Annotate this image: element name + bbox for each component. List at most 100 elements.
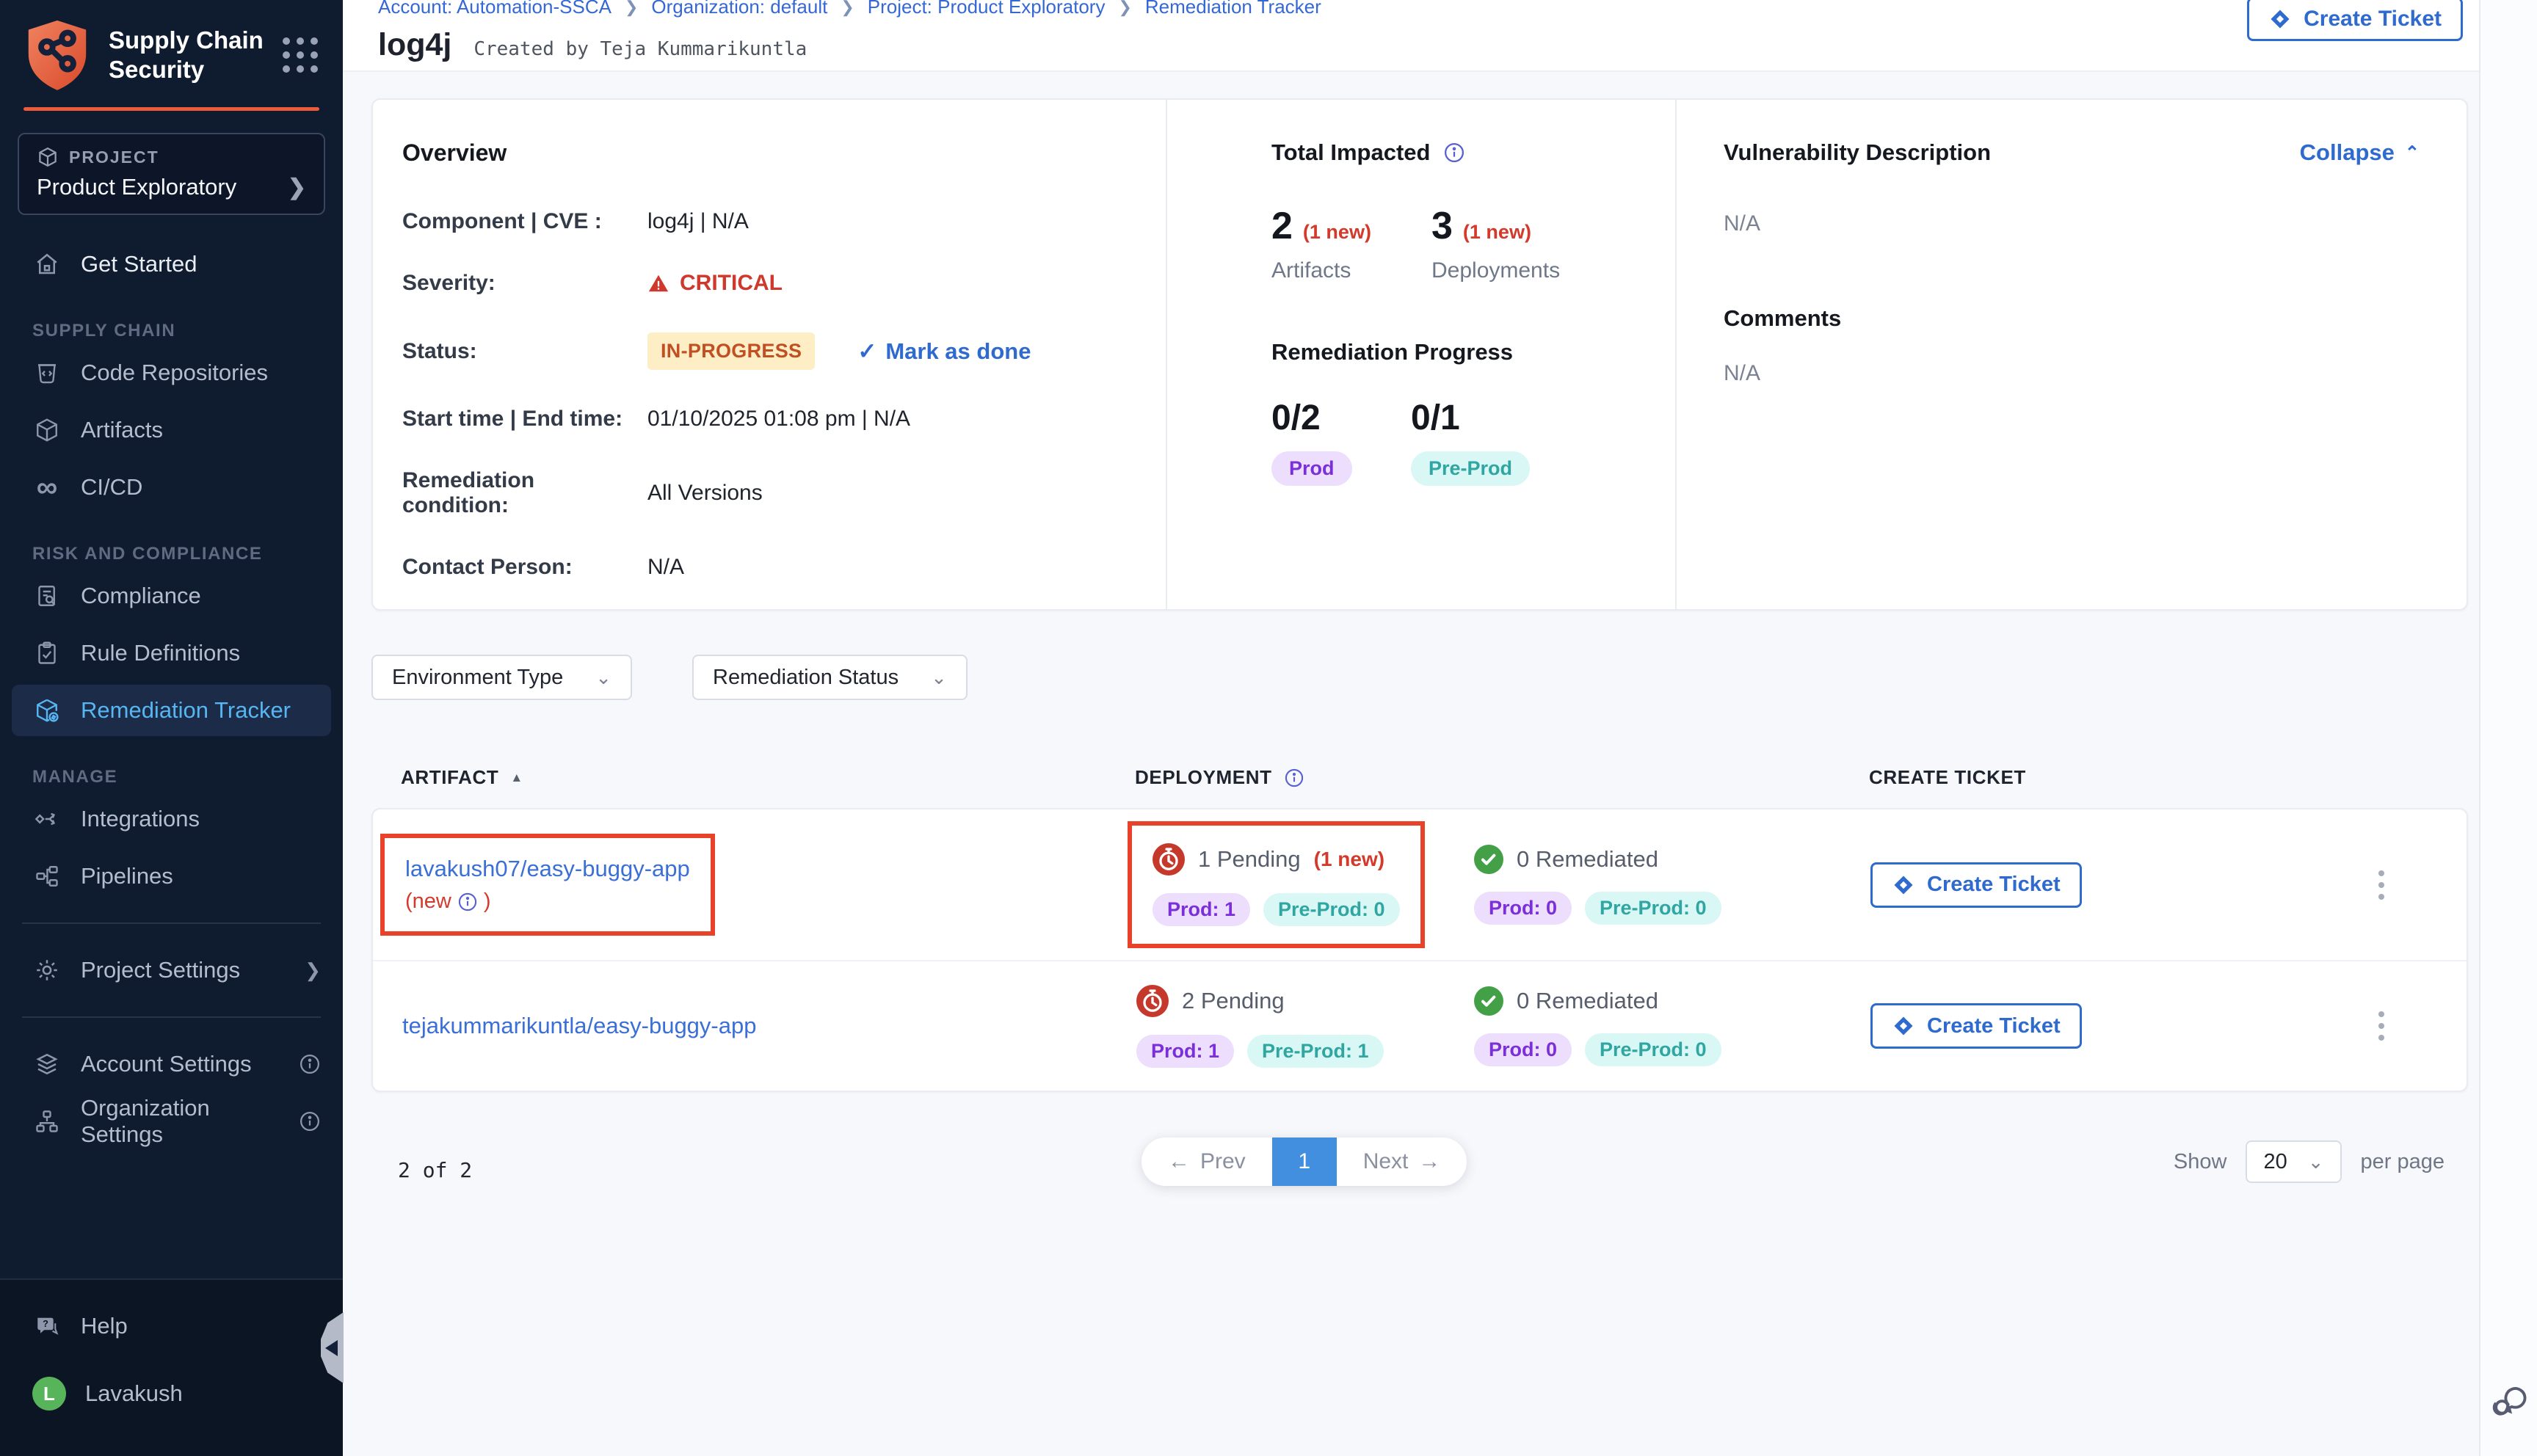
overview-section: Overview Component | CVE : log4j | N/A S…	[373, 100, 1166, 609]
filters-row: Environment Type ⌄ Remediation Status ⌄	[371, 655, 2468, 700]
remediation-progress-heading: Remediation Progress	[1271, 339, 1661, 365]
cube-edit-icon	[32, 696, 62, 725]
remediation-status-filter[interactable]: Remediation Status ⌄	[692, 655, 968, 700]
sidebar-item-remediation-tracker[interactable]: Remediation Tracker	[12, 685, 331, 736]
table-row: tejakummarikuntla/easy-buggy-app 2 Pendi…	[373, 960, 2467, 1091]
project-switcher[interactable]: PROJECT Product Exploratory ❯	[18, 133, 325, 215]
overview-heading: Overview	[402, 139, 1136, 167]
breadcrumb-organization[interactable]: Organization: default	[651, 0, 827, 18]
show-label: Show	[2174, 1150, 2227, 1174]
contact-label: Contact Person:	[402, 555, 647, 580]
chat-bubbles-icon[interactable]	[2489, 1380, 2531, 1422]
breadcrumb-project[interactable]: Project: Product Exploratory	[868, 0, 1106, 18]
page-size-select[interactable]: 20 ⌄	[2246, 1140, 2341, 1183]
table-row: lavakush07/easy-buggy-app (new )	[373, 809, 2467, 960]
arrow-right-icon: →	[1418, 1149, 1440, 1174]
preprod-badge: Pre-Prod: 0	[1585, 892, 1721, 925]
info-icon	[299, 1110, 321, 1132]
column-artifact[interactable]: ARTIFACT ▲	[371, 766, 1135, 789]
home-icon	[32, 250, 62, 279]
sidebar-item-get-started[interactable]: Get Started	[12, 239, 331, 290]
deployments-count: 3	[1431, 204, 1453, 248]
collapse-button[interactable]: Collapse ⌃	[2300, 139, 2420, 166]
page-title: log4j	[378, 27, 451, 63]
create-ticket-button-header[interactable]: Create Ticket	[2247, 0, 2463, 41]
artifact-new-indicator: (new )	[405, 889, 690, 914]
deployment-cell: 2 Pending Prod: 1 Pre-Prod: 1	[1136, 985, 1474, 1068]
user-name: Lavakush	[85, 1380, 183, 1407]
svg-text:?: ?	[43, 1318, 48, 1329]
preprod-progress: 0/1 Pre-Prod	[1411, 398, 1550, 486]
prod-badge: Prod: 1	[1153, 893, 1250, 926]
row-menu-cell	[2098, 1007, 2467, 1045]
flow-nodes-icon	[32, 862, 62, 891]
condition-value: All Versions	[647, 481, 1136, 506]
remediated-status-icon	[1474, 845, 1503, 874]
time-value: 01/10/2025 01:08 pm | N/A	[647, 407, 1136, 432]
ticket-diamond-icon	[1892, 1014, 1915, 1038]
pending-count: 1 Pending	[1198, 846, 1301, 873]
pagination: 2 of 2 ← Prev 1 Next → Show 20 ⌄ per pag…	[371, 1138, 2468, 1208]
create-ticket-button[interactable]: Create Ticket	[1870, 1003, 2082, 1049]
info-icon[interactable]	[1284, 768, 1304, 788]
mark-as-done-button[interactable]: ✓ Mark as done	[857, 338, 1031, 365]
create-ticket-button[interactable]: Create Ticket	[1870, 862, 2082, 908]
remediated-count: 0 Remediated	[1517, 988, 1658, 1014]
sidebar-item-cicd[interactable]: ∞ CI/CD	[12, 462, 331, 513]
breadcrumb-remediation-tracker[interactable]: Remediation Tracker	[1145, 0, 1321, 18]
artifacts-count: 2	[1271, 204, 1293, 248]
cube-icon	[37, 146, 59, 168]
sidebar-section-supply-chain: SUPPLY CHAIN	[32, 321, 343, 341]
sidebar-item-pipelines[interactable]: Pipelines	[12, 851, 331, 902]
artifact-cell: lavakush07/easy-buggy-app (new )	[373, 834, 1136, 936]
sidebar-item-user[interactable]: L Lavakush	[12, 1368, 331, 1419]
total-impacted-section: Total Impacted 2 (1 new) Artifacts	[1166, 100, 1675, 609]
artifact-link[interactable]: tejakummarikuntla/easy-buggy-app	[402, 1013, 756, 1039]
chat-question-icon: ?	[32, 1311, 62, 1341]
info-icon[interactable]	[1443, 142, 1465, 164]
collapse-arrow-icon	[325, 1340, 338, 1356]
sidebar-item-integrations[interactable]: Integrations	[12, 793, 331, 845]
info-icon[interactable]	[457, 892, 478, 912]
sidebar-item-artifacts[interactable]: Artifacts	[12, 404, 331, 456]
kebab-menu-icon[interactable]	[2374, 1007, 2389, 1045]
pagination-count: 2 of 2	[398, 1158, 472, 1182]
row-menu-cell	[2098, 866, 2467, 904]
prod-badge: Prod	[1271, 451, 1352, 486]
prev-page-button[interactable]: ← Prev	[1142, 1138, 1272, 1186]
sidebar-item-code-repositories[interactable]: Code Repositories	[12, 347, 331, 398]
deployments-label: Deployments	[1431, 258, 1591, 283]
kebab-menu-icon[interactable]	[2374, 866, 2389, 904]
sidebar-item-rule-definitions[interactable]: Rule Definitions	[12, 627, 331, 679]
sidebar-item-project-settings[interactable]: Project Settings ❯	[12, 944, 331, 996]
deployment-cell: 1 Pending (1 new) Prod: 1 Pre-Prod: 0	[1136, 821, 1474, 948]
page-number-button[interactable]: 1	[1272, 1138, 1337, 1186]
comments-heading: Comments	[1724, 305, 2420, 332]
next-page-button[interactable]: Next →	[1337, 1138, 1467, 1186]
sidebar-nav: Get Started SUPPLY CHAIN Code Repositori…	[0, 233, 343, 1153]
project-kind-label: PROJECT	[69, 148, 159, 167]
sidebar-item-account-settings[interactable]: Account Settings	[12, 1038, 331, 1090]
sidebar-item-help[interactable]: ? Help	[12, 1300, 331, 1352]
impacted-deployments: 3 (1 new) Deployments	[1431, 204, 1591, 283]
pending-count: 2 Pending	[1182, 988, 1285, 1014]
impacted-artifacts: 2 (1 new) Artifacts	[1271, 204, 1431, 283]
vulnerability-description-value: N/A	[1724, 211, 2420, 236]
pending-new-count: (1 new)	[1314, 848, 1384, 871]
sidebar-item-compliance[interactable]: Compliance	[12, 570, 331, 622]
environment-type-filter[interactable]: Environment Type ⌄	[371, 655, 632, 700]
ticket-diamond-icon	[2268, 7, 2292, 31]
comments-value: N/A	[1724, 361, 2420, 386]
breadcrumb-separator-icon: ❯	[1118, 0, 1131, 17]
app-grid-icon[interactable]	[280, 34, 321, 76]
artifact-link[interactable]: lavakush07/easy-buggy-app	[405, 856, 690, 882]
prod-badge: Prod: 1	[1136, 1035, 1234, 1068]
breadcrumb-account[interactable]: Account: Automation-SSCA	[378, 0, 611, 18]
overview-card: Overview Component | CVE : log4j | N/A S…	[371, 98, 2468, 611]
sidebar-item-organization-settings[interactable]: Organization Settings	[12, 1096, 331, 1147]
sidebar-section-risk-compliance: RISK AND COMPLIANCE	[32, 544, 343, 564]
main-content: Account: Automation-SSCA ❯ Organization:…	[343, 0, 2479, 1456]
contact-value: N/A	[647, 555, 1136, 580]
create-ticket-cell: Create Ticket	[1870, 1003, 2098, 1049]
avatar: L	[32, 1377, 66, 1410]
